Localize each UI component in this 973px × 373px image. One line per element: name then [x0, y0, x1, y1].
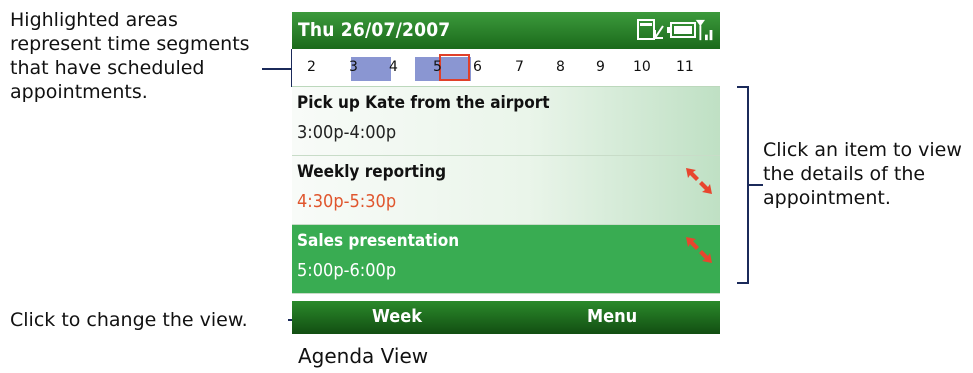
figure-caption: Agenda View: [298, 344, 429, 368]
appointment-time: 3:00p-4:00p: [297, 122, 397, 143]
current-time-cursor: [439, 54, 470, 81]
title-bar: Thu 26/07/2007: [292, 12, 720, 49]
hour-label: 5: [433, 59, 442, 75]
callout-leader-left: [262, 68, 292, 70]
appointment-item-selected[interactable]: Sales presentation 5:00p-6:00p: [292, 225, 720, 294]
annotation-time-segments: Highlighted areas represent time segment…: [10, 9, 250, 103]
appointment-item[interactable]: Weekly reporting 4:30p-5:30p: [292, 156, 720, 225]
appointment-title: Pick up Kate from the airport: [297, 93, 550, 113]
signal-icon: [695, 19, 713, 41]
phone-screen: Thu 26/07/2007 2 3 4 5 6 7 8 9 10 11 Pic…: [292, 12, 720, 334]
hour-label: 3: [349, 59, 358, 75]
calendar-alert-icon: [637, 19, 664, 40]
bracket-right-tick: [747, 184, 763, 186]
appointment-time: 4:30p-5:30p: [297, 191, 397, 212]
week-softkey[interactable]: Week: [372, 306, 422, 327]
annotation-change-view: Click to change the view.: [10, 309, 248, 331]
conflict-icon: [686, 168, 712, 194]
hour-label: 2: [307, 59, 316, 75]
battery-icon: [667, 22, 696, 38]
appointment-item[interactable]: Pick up Kate from the airport 3:00p-4:00…: [292, 87, 720, 156]
day-strip[interactable]: 2 3 4 5 6 7 8 9 10 11: [292, 49, 720, 87]
conflict-icon: [686, 237, 712, 263]
softkey-bar: Week Menu: [292, 301, 720, 334]
bracket-right-bottom: [737, 282, 749, 284]
hour-label: 6: [473, 59, 482, 75]
hour-label: 11: [676, 59, 694, 75]
hour-label: 4: [389, 59, 398, 75]
hour-label: 7: [515, 59, 524, 75]
appointment-title: Weekly reporting: [297, 162, 447, 182]
hour-label: 8: [556, 59, 565, 75]
appointment-title: Sales presentation: [297, 231, 460, 251]
annotation-click-item: Click an item to view the details of the…: [763, 139, 962, 209]
page-title: Thu 26/07/2007: [298, 19, 451, 41]
appointment-time: 5:00p-6:00p: [297, 260, 397, 281]
hour-label: 9: [596, 59, 605, 75]
menu-softkey[interactable]: Menu: [587, 306, 637, 327]
hour-label: 10: [633, 59, 651, 75]
